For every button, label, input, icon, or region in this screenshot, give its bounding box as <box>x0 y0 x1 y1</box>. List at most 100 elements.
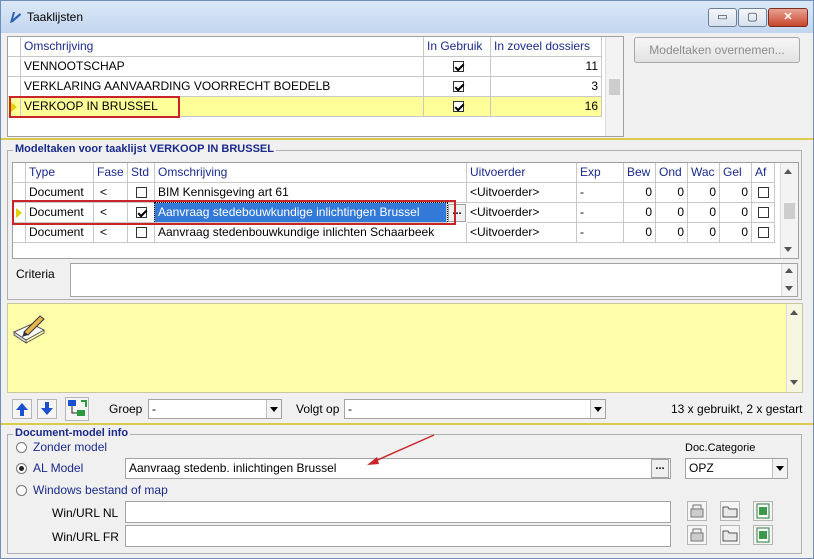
task-gel[interactable]: 0 <box>720 223 752 243</box>
memo-area[interactable] <box>7 303 803 393</box>
tasklist-row-description[interactable]: VERKLARING AANVAARDING VOORRECHT BOEDELB <box>21 77 424 97</box>
windows-bestand-label[interactable]: Windows bestand of map <box>33 483 168 497</box>
task-wac[interactable]: 0 <box>688 203 720 223</box>
row-indicator[interactable] <box>13 223 26 243</box>
move-down-button[interactable] <box>37 399 57 419</box>
structure-button[interactable] <box>65 397 89 421</box>
col-header-fase[interactable]: Fase <box>94 163 128 183</box>
folder-icon <box>722 530 738 542</box>
radio-al-model[interactable] <box>16 463 27 474</box>
in-gebruik-checkbox-cell[interactable] <box>424 97 491 117</box>
chevron-down-icon[interactable] <box>772 459 787 478</box>
std-checkbox[interactable] <box>135 187 147 199</box>
criteria-field[interactable] <box>70 263 798 297</box>
col-header-in-gebruik[interactable]: In Gebruik <box>424 37 491 57</box>
task-gel[interactable]: 0 <box>720 203 752 223</box>
std-checkbox[interactable] <box>135 227 147 239</box>
scroll-up-icon[interactable] <box>790 310 798 315</box>
in-gebruik-checkbox[interactable] <box>453 81 464 93</box>
tasklist-row-description[interactable]: VENNOOTSCHAP <box>21 57 424 77</box>
minimize-button[interactable]: ▭ <box>708 8 737 27</box>
chevron-down-icon[interactable] <box>590 400 605 418</box>
radio-zonder-model[interactable] <box>16 442 27 453</box>
fr-scanner-button[interactable] <box>687 525 707 545</box>
col-header-type[interactable]: Type <box>26 163 94 183</box>
task-wac[interactable]: 0 <box>688 183 720 203</box>
fr-browse-folder-button[interactable] <box>720 525 740 545</box>
task-exp[interactable]: - <box>577 203 624 223</box>
scroll-down-icon[interactable] <box>790 380 798 385</box>
volgt-op-select[interactable]: - <box>344 399 606 419</box>
task-fase[interactable]: < <box>94 223 128 243</box>
af-checkbox-cell[interactable] <box>752 203 775 223</box>
scroll-up-icon[interactable] <box>785 268 793 273</box>
task-description[interactable]: Aanvraag stedenbouwkundige inlichten Sch… <box>155 223 467 243</box>
col-header-omschrijving[interactable]: Omschrijving <box>21 37 424 57</box>
task-wac[interactable]: 0 <box>688 223 720 243</box>
scroll-down-icon[interactable] <box>785 286 793 291</box>
task-ond[interactable]: 0 <box>656 203 688 223</box>
nl-browse-folder-button[interactable] <box>720 501 740 521</box>
al-model-label[interactable]: AL Model <box>33 461 83 475</box>
task-ond[interactable]: 0 <box>656 223 688 243</box>
col-header-bew[interactable]: Bew <box>624 163 656 183</box>
row-indicator[interactable] <box>8 77 21 97</box>
criteria-scrollbar[interactable] <box>781 264 797 296</box>
scroll-thumb[interactable] <box>784 203 795 219</box>
col-header-ond[interactable]: Ond <box>656 163 688 183</box>
col-header-af[interactable]: Af <box>752 163 775 183</box>
radio-windows-bestand[interactable] <box>16 485 27 496</box>
fr-open-excel-button[interactable] <box>753 525 773 545</box>
win-url-fr-field[interactable] <box>125 525 671 547</box>
col-header-uitvoerder[interactable]: Uitvoerder <box>467 163 577 183</box>
maximize-button[interactable]: ▢ <box>738 8 767 27</box>
task-executor[interactable]: <Uitvoerder> <box>467 223 577 243</box>
task-gel[interactable]: 0 <box>720 183 752 203</box>
scroll-thumb[interactable] <box>609 79 620 95</box>
close-button[interactable]: ✕ <box>768 8 808 27</box>
win-url-nl-field[interactable] <box>125 501 671 523</box>
in-gebruik-checkbox-cell[interactable] <box>424 77 491 97</box>
af-checkbox[interactable] <box>757 187 769 199</box>
task-ond[interactable]: 0 <box>656 183 688 203</box>
al-model-ellipsis-button[interactable]: ... <box>651 459 669 478</box>
task-executor[interactable]: <Uitvoerder> <box>467 203 577 223</box>
row-indicator[interactable] <box>8 57 21 77</box>
nl-open-excel-button[interactable] <box>753 501 773 521</box>
af-checkbox[interactable] <box>757 227 769 239</box>
col-header-std[interactable]: Std <box>128 163 155 183</box>
col-header-wac[interactable]: Wac <box>688 163 720 183</box>
scroll-up-icon[interactable] <box>784 169 792 174</box>
in-gebruik-checkbox[interactable] <box>453 61 464 73</box>
task-exp[interactable]: - <box>577 223 624 243</box>
nl-scanner-button[interactable] <box>687 501 707 521</box>
task-bew[interactable]: 0 <box>624 203 656 223</box>
memo-scrollbar[interactable] <box>786 304 802 392</box>
tasklist-scrollbar[interactable] <box>605 37 623 136</box>
af-checkbox[interactable] <box>757 207 769 219</box>
in-gebruik-checkbox[interactable] <box>453 101 464 113</box>
std-checkbox-cell[interactable] <box>128 223 155 243</box>
task-bew[interactable]: 0 <box>624 223 656 243</box>
groep-select[interactable]: - <box>148 399 282 419</box>
move-up-button[interactable] <box>12 399 32 419</box>
zonder-model-label[interactable]: Zonder model <box>33 440 107 454</box>
section-divider <box>1 423 813 425</box>
task-bew[interactable]: 0 <box>624 183 656 203</box>
task-executor[interactable]: <Uitvoerder> <box>467 183 577 203</box>
in-gebruik-checkbox-cell[interactable] <box>424 57 491 77</box>
col-header-omschrijving[interactable]: Omschrijving <box>155 163 467 183</box>
task-exp[interactable]: - <box>577 183 624 203</box>
task-type[interactable]: Document <box>26 223 94 243</box>
af-checkbox-cell[interactable] <box>752 183 775 203</box>
modeltaken-overnemen-button[interactable]: Modeltaken overnemen... <box>634 37 800 63</box>
col-header-gel[interactable]: Gel <box>720 163 752 183</box>
af-checkbox-cell[interactable] <box>752 223 775 243</box>
col-header-in-zoveel-dossiers[interactable]: In zoveel dossiers <box>491 37 602 57</box>
col-header-exp[interactable]: Exp <box>577 163 624 183</box>
title-bar[interactable]: Taaklijsten ▭ ▢ ✕ <box>1 1 813 33</box>
scroll-down-icon[interactable] <box>784 247 792 252</box>
doc-categorie-select[interactable]: OPZ <box>685 458 788 479</box>
chevron-down-icon[interactable] <box>266 400 281 418</box>
modeltasks-scrollbar[interactable] <box>780 163 798 258</box>
